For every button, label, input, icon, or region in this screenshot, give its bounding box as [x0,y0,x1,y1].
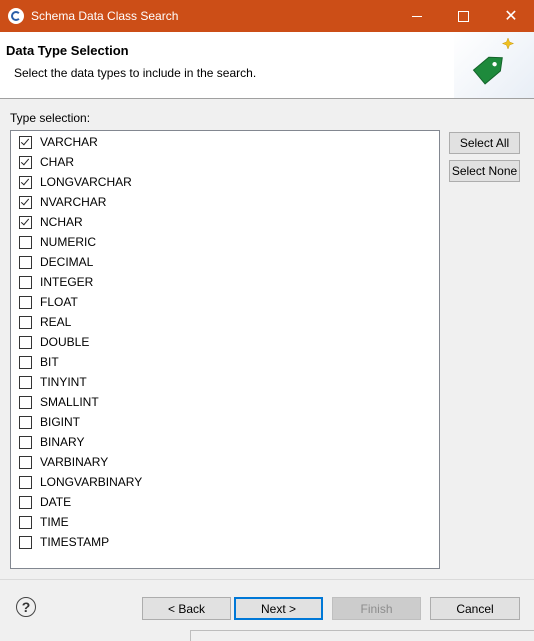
checkbox-unchecked[interactable] [19,336,32,349]
list-item[interactable]: DOUBLE [11,332,439,352]
list-item[interactable]: DECIMAL [11,252,439,272]
page-description: Select the data types to include in the … [14,66,257,80]
checkbox-unchecked[interactable] [19,536,32,549]
list-item-label: BIT [40,355,59,369]
checkbox-unchecked[interactable] [19,256,32,269]
list-item[interactable]: VARBINARY [11,452,439,472]
footer-divider [0,579,534,580]
checkbox-unchecked[interactable] [19,276,32,289]
checkbox-unchecked[interactable] [19,296,32,309]
banner-area [454,32,534,98]
checkbox-checked[interactable] [19,136,32,149]
list-item[interactable]: NUMERIC [11,232,439,252]
minimize-icon[interactable] [394,0,440,32]
checkbox-unchecked[interactable] [19,496,32,509]
checkbox-checked[interactable] [19,156,32,169]
list-item-label: DOUBLE [40,335,90,349]
list-item-label: NUMERIC [40,235,96,249]
list-item-label: BINARY [40,435,85,449]
checkbox-unchecked[interactable] [19,476,32,489]
list-item-label: BIGINT [40,415,81,429]
help-icon[interactable]: ? [16,597,36,617]
list-item-label: FLOAT [40,295,78,309]
maximize-icon[interactable] [440,0,486,32]
list-item-label: INTEGER [40,275,94,289]
list-item-label: SMALLINT [40,395,99,409]
checkbox-checked[interactable] [19,176,32,189]
window-title: Schema Data Class Search [31,9,179,23]
list-item[interactable]: SMALLINT [11,392,439,412]
list-item[interactable]: NVARCHAR [11,192,439,212]
list-item-label: DATE [40,495,72,509]
list-item[interactable]: BIGINT [11,412,439,432]
checkbox-unchecked[interactable] [19,416,32,429]
checkbox-unchecked[interactable] [19,516,32,529]
checkbox-unchecked[interactable] [19,376,32,389]
type-selection-list[interactable]: VARCHAR CHAR LONGVARCHAR NVARCHAR NCHAR NUMER… [10,130,440,569]
checkbox-unchecked[interactable] [19,316,32,329]
list-item[interactable]: LONGVARCHAR [11,172,439,192]
list-item[interactable]: DATE [11,492,439,512]
select-all-button[interactable]: Select All [449,132,520,154]
list-item-label: CHAR [40,155,75,169]
list-item-label: TINYINT [40,375,87,389]
title-bar[interactable]: Schema Data Class Search ✕ [0,0,534,32]
background-window-edge [190,630,534,641]
type-selection-label: Type selection: [10,111,91,125]
checkbox-unchecked[interactable] [19,236,32,249]
list-item-label: NCHAR [40,215,83,229]
list-item[interactable]: NCHAR [11,212,439,232]
list-item-label: VARCHAR [40,135,98,149]
checkbox-checked[interactable] [19,196,32,209]
eclipse-icon [8,8,24,24]
page-title: Data Type Selection [6,43,129,58]
next-button[interactable]: Next > [234,597,323,620]
list-item[interactable]: INTEGER [11,272,439,292]
close-icon[interactable]: ✕ [488,0,534,32]
checkbox-checked[interactable] [19,216,32,229]
list-item[interactable]: TIME [11,512,439,532]
list-item-label: TIME [40,515,69,529]
list-item[interactable]: CHAR [11,152,439,172]
checkbox-unchecked[interactable] [19,456,32,469]
checkbox-unchecked[interactable] [19,356,32,369]
list-item[interactable]: BINARY [11,432,439,452]
list-item-label: LONGVARCHAR [40,175,132,189]
list-item[interactable]: REAL [11,312,439,332]
list-item-label: TIMESTAMP [40,535,110,549]
list-item[interactable]: FLOAT [11,292,439,312]
back-button[interactable]: < Back [142,597,231,620]
list-item-label: REAL [40,315,72,329]
list-item-label: DECIMAL [40,255,94,269]
wizard-header: Data Type Selection Select the data type… [0,32,534,99]
list-item-label: VARBINARY [40,455,109,469]
list-item[interactable]: LONGVARBINARY [11,472,439,492]
list-item[interactable]: VARCHAR [11,132,439,152]
list-item-label: NVARCHAR [40,195,107,209]
finish-button[interactable]: Finish [332,597,421,620]
checkbox-unchecked[interactable] [19,436,32,449]
list-item[interactable]: TINYINT [11,372,439,392]
green-tag-icon [472,37,515,85]
list-item-label: LONGVARBINARY [40,475,143,489]
checkbox-unchecked[interactable] [19,396,32,409]
cancel-button[interactable]: Cancel [430,597,520,620]
select-none-button[interactable]: Select None [449,160,520,182]
list-item[interactable]: BIT [11,352,439,372]
list-item[interactable]: TIMESTAMP [11,532,439,552]
